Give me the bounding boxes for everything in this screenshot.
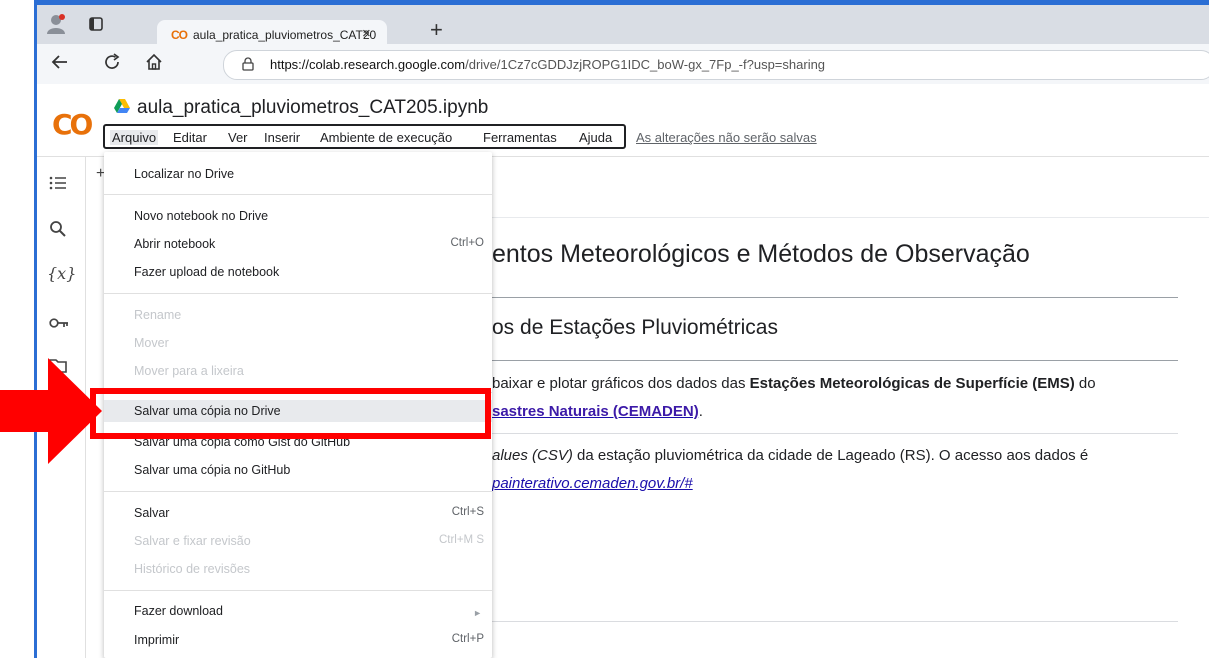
menu-item-fazer-download[interactable]: Fazer download [134,604,223,618]
desktop-edge [0,0,34,658]
mapa-interativo-link[interactable]: painterativo.cemaden.gov.br/# [492,475,693,492]
variables-icon[interactable]: {x} [47,264,76,283]
menu-item-novo-notebook[interactable]: Novo notebook no Drive [134,209,268,223]
menu-item-historico-revisoes: Histórico de revisões [134,562,251,576]
notebook-heading-2: os de Estações Pluviométricas [492,316,778,339]
menu-separator [104,590,492,591]
para-text: do [1074,375,1096,392]
heading-rule [492,297,1178,298]
shortcut-abrir: Ctrl+O [450,237,484,249]
heading-rule [492,360,1178,361]
red-arrow-annotation [0,358,102,464]
menu-item-mover-lixeira: Mover para a lixeira [134,364,244,378]
cemaden-link[interactable]: sastres Naturais (CEMADEN) [492,403,699,420]
url-text: https://colab.research.google.com/drive/… [270,57,825,72]
home-icon[interactable] [145,53,163,76]
colab-logo[interactable]: CO [52,108,93,141]
menu-bar: Arquivo Editar Ver Inserir Ambiente de e… [103,124,626,149]
menu-ver[interactable]: Ver [228,130,248,145]
menu-item-salvar-fixar-revisao: Salvar e fixar revisão [134,534,251,548]
back-icon[interactable] [51,53,69,76]
shortcut-fixar: Ctrl+M S [438,534,484,546]
menu-item-salvar[interactable]: Salvar [134,506,169,520]
para-italic: alues (CSV) [492,447,573,464]
url-host: https://colab.research.google.com [270,57,466,72]
para-bold: Estações Meteorológicas de Superfície (E… [749,375,1075,392]
menu-editar[interactable]: Editar [173,130,207,145]
key-icon[interactable] [49,313,69,334]
menu-inserir[interactable]: Inserir [264,130,300,145]
menu-arquivo[interactable]: Arquivo [110,130,159,145]
menu-item-rename: Rename [134,308,182,322]
site-info-icon[interactable] [242,57,254,76]
tab-title: aula_pratica_pluviometros_CAT20 [193,28,377,42]
paragraph-1-line-2: sastres Naturais (CEMADEN). [492,403,703,420]
toc-icon[interactable] [49,175,67,196]
menu-ambiente[interactable]: Ambiente de execução [320,130,452,145]
submenu-arrow-icon: ► [473,608,482,618]
cemaden-link-text: sastres Naturais (CEMADEN) [492,403,699,420]
red-highlight-box [90,388,491,439]
reload-icon[interactable] [103,53,121,76]
menu-separator [104,194,492,195]
menu-item-abrir-notebook[interactable]: Abrir notebook [134,237,215,251]
tab-actions-icon[interactable] [89,17,103,36]
colab-tab-icon: CO [171,28,188,42]
url-path: /drive/1Cz7cGDDJzjROPG1IDC_boW-gx_7Fp_-f… [465,57,826,72]
new-tab-button[interactable]: + [430,19,443,41]
menu-separator [104,491,492,492]
cell-border [490,217,1209,218]
para-text: baixar e plotar gráficos dos dados das [492,375,750,392]
menu-ferramentas[interactable]: Ferramentas [483,130,557,145]
menu-item-mover: Mover [134,336,169,350]
close-tab-icon[interactable]: × [362,25,371,42]
section-rule [492,621,1178,622]
menu-item-upload-notebook[interactable]: Fazer upload de notebook [134,265,279,279]
menu-ajuda[interactable]: Ajuda [579,130,612,145]
google-drive-icon[interactable] [113,98,131,119]
shortcut-imprimir: Ctrl+P [451,633,484,645]
menu-item-imprimir[interactable]: Imprimir [134,633,179,647]
address-bar-area: https://colab.research.google.com/drive/… [37,44,1209,84]
url-field[interactable]: https://colab.research.google.com/drive/… [223,50,1209,80]
notebook-heading-1: entos Meteorológicos e Métodos de Observ… [492,240,1030,268]
menu-item-salvar-copia-github[interactable]: Salvar uma cópia no GitHub [134,463,290,477]
search-icon[interactable] [49,220,67,243]
profile-icon[interactable] [45,13,67,40]
notebook-title[interactable]: aula_pratica_pluviometros_CAT205.ipynb [137,97,488,119]
paragraph-2-line-2: painterativo.cemaden.gov.br/# [492,475,693,492]
paragraph-2-line-1: alues (CSV) da estação pluviométrica da … [492,447,1088,464]
menu-separator [104,293,492,294]
para-text: . [698,403,703,420]
tab-strip: CO aula_pratica_pluviometros_CAT20 × + [37,5,1209,50]
unsaved-notice-link[interactable]: As alterações não serão salvas [636,130,817,145]
paragraph-1-line-1: baixar e plotar gráficos dos dados das E… [492,375,1096,392]
menu-item-localizar-drive[interactable]: Localizar no Drive [134,167,234,181]
section-rule [492,433,1178,434]
shortcut-salvar: Ctrl+S [451,506,484,518]
para-text: da estação pluviométrica da cidade de La… [572,447,1089,464]
